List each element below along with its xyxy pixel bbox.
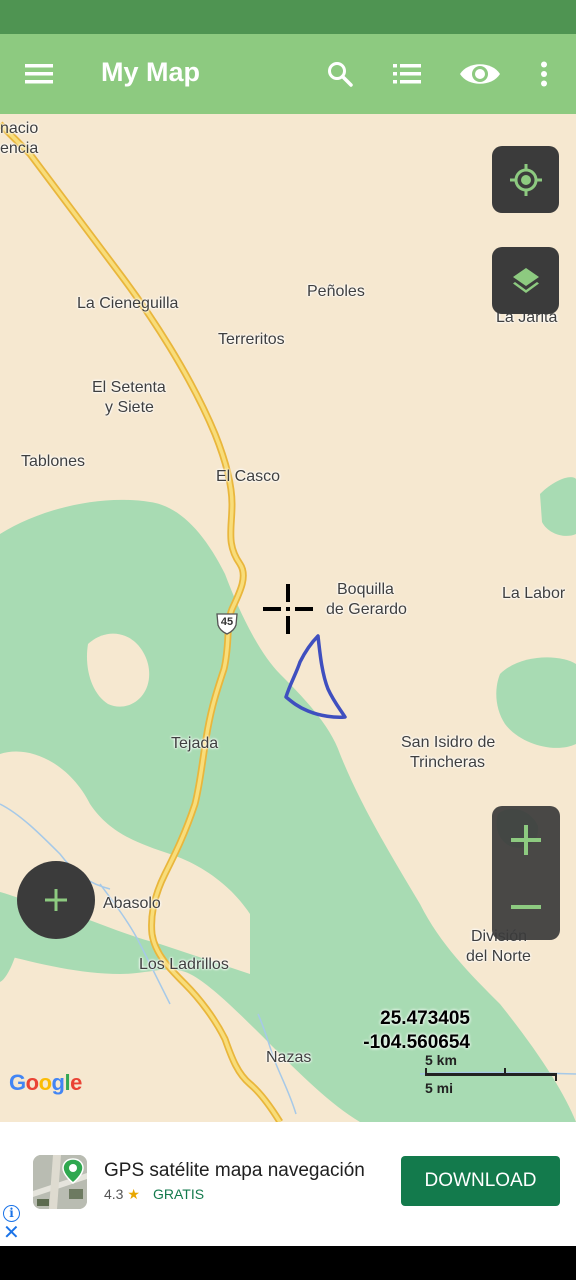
app-toolbar: My Map <box>0 34 576 114</box>
ad-download-button[interactable]: DOWNLOAD <box>401 1156 560 1206</box>
list-icon[interactable] <box>385 52 429 96</box>
menu-icon[interactable] <box>17 52 61 96</box>
place-label: Tablones <box>21 453 86 470</box>
layers-button[interactable] <box>492 247 559 314</box>
place-label: Trincheras <box>410 754 485 771</box>
place-label: Tejada <box>171 735 219 752</box>
zoom-out-button[interactable] <box>492 873 560 940</box>
place-label: Los Ladrillos <box>139 956 229 973</box>
place-label: encia <box>0 140 39 157</box>
scale-km-label: 5 km <box>425 1052 457 1068</box>
place-label: Peñoles <box>307 283 365 300</box>
system-nav-bar <box>0 1246 576 1280</box>
zoom-in-icon <box>511 824 541 855</box>
star-icon: ★ <box>127 1186 140 1202</box>
ad-price: GRATIS <box>153 1186 205 1202</box>
highway-shield: 45 <box>215 611 239 635</box>
place-label: Terreritos <box>218 331 285 348</box>
google-attribution: Google <box>9 1070 82 1095</box>
ad-close-icon[interactable]: ✕ <box>3 1223 20 1243</box>
search-icon[interactable] <box>318 52 362 96</box>
place-label: La Cieneguilla <box>77 295 179 312</box>
add-marker-button[interactable] <box>17 861 95 939</box>
ad-rating: 4.3 ★ <box>104 1186 140 1203</box>
my-location-button[interactable] <box>492 146 559 213</box>
layers-icon <box>512 267 539 293</box>
status-bar <box>0 0 576 34</box>
place-label: San Isidro de <box>401 734 496 751</box>
ad-app-name: GPS satélite mapa navegación <box>104 1160 365 1181</box>
coordinates-readout: 25.473405 -104.560654 <box>363 1007 470 1055</box>
place-label: El Casco <box>216 468 281 485</box>
more-vert-icon[interactable] <box>522 52 566 96</box>
scale-mi-label: 5 mi <box>425 1080 454 1096</box>
place-label: Abasolo <box>103 895 161 912</box>
zoom-out-icon <box>511 904 541 909</box>
place-label: de Gerardo <box>326 601 407 618</box>
scale-bar: 5 km 5 mi <box>424 1050 558 1102</box>
crosshair-icon <box>263 584 313 634</box>
latitude-value: 25.473405 <box>380 1008 470 1029</box>
ad-rating-value: 4.3 <box>104 1186 124 1202</box>
ad-info-icon[interactable]: i <box>3 1205 20 1222</box>
place-label: El Setenta <box>92 379 166 396</box>
zoom-in-button[interactable] <box>492 806 560 873</box>
zoom-controls <box>492 806 560 940</box>
eye-icon[interactable] <box>458 52 502 96</box>
drawn-polygon[interactable] <box>284 634 347 719</box>
plus-icon <box>45 889 67 911</box>
ad-app-icon[interactable] <box>33 1155 87 1209</box>
my-location-icon <box>509 163 542 196</box>
place-label: Boquilla <box>337 581 394 598</box>
place-label: y Siete <box>105 399 154 416</box>
place-label: La Labor <box>502 585 566 602</box>
place-label: nacio <box>0 120 39 137</box>
ad-banner[interactable]: GPS satélite mapa navegación 4.3 ★ GRATI… <box>0 1122 576 1246</box>
highway-shield-number: 45 <box>220 616 234 628</box>
place-label: del Norte <box>466 948 531 965</box>
page-title: My Map <box>101 57 201 87</box>
map-view[interactable]: nacio encia La Cieneguilla Peñoles La Ja… <box>0 114 576 1122</box>
place-label: Nazas <box>266 1049 312 1066</box>
